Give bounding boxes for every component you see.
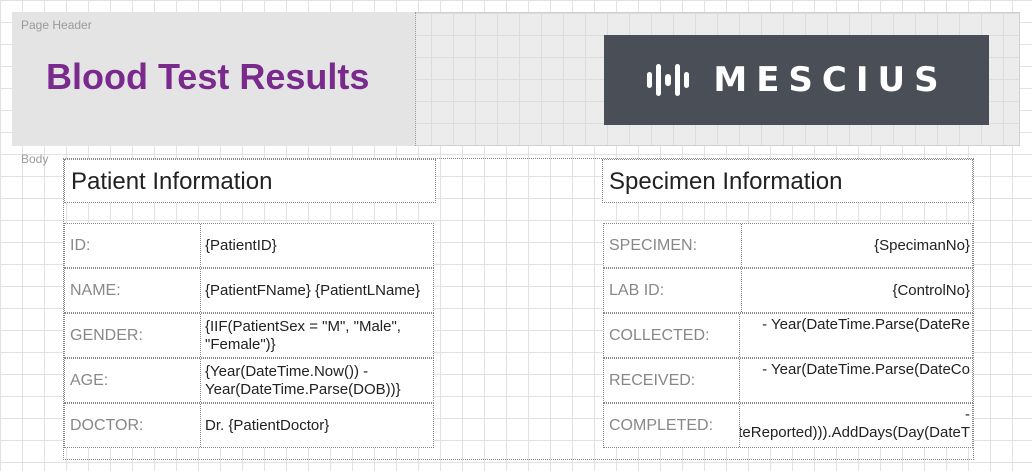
- patient-gender-value[interactable]: {IIF(PatientSex = "M", "Male", "Female")…: [201, 314, 435, 357]
- specimen-row-received[interactable]: RECEIVED: - Year(DateTime.Parse(DateCo: [603, 358, 973, 403]
- completed-value[interactable]: - Year(DateTime.Parse(DateReported))).Ad…: [740, 404, 974, 447]
- lab-id-label: LAB ID:: [604, 269, 742, 312]
- patient-doctor-label: DOCTOR:: [65, 404, 201, 447]
- patient-age-label: AGE:: [65, 359, 201, 402]
- mescius-mark-icon: [647, 64, 690, 96]
- lab-id-value[interactable]: {ControlNo}: [742, 269, 974, 312]
- patient-gender-label: GENDER:: [65, 314, 201, 357]
- patient-row-doctor[interactable]: DOCTOR: Dr. {PatientDoctor}: [64, 403, 434, 448]
- collected-value[interactable]: - Year(DateTime.Parse(DateRe: [740, 314, 974, 357]
- page-header-label: Page Header: [21, 18, 92, 32]
- logo-image[interactable]: MESCIUS: [604, 35, 989, 125]
- body-label: Body: [21, 152, 49, 166]
- patient-row-gender[interactable]: GENDER: {IIF(PatientSex = "M", "Male", "…: [64, 313, 434, 358]
- patient-row-name[interactable]: NAME: {PatientFName} {PatientLName}: [64, 268, 434, 313]
- patient-name-value[interactable]: {PatientFName} {PatientLName}: [201, 269, 435, 312]
- specimen-value[interactable]: {SpecimanNo}: [742, 224, 974, 267]
- received-label: RECEIVED:: [604, 359, 740, 402]
- specimen-row-specimen[interactable]: SPECIMEN: {SpecimanNo}: [603, 223, 973, 268]
- specimen-info-title[interactable]: Specimen Information: [602, 159, 973, 203]
- patient-info-title[interactable]: Patient Information: [64, 159, 436, 203]
- specimen-row-completed[interactable]: COMPLETED: - Year(DateTime.Parse(DateRep…: [603, 403, 973, 448]
- patient-age-value[interactable]: {Year(DateTime.Now()) - Year(DateTime.Pa…: [201, 359, 435, 402]
- specimen-row-collected[interactable]: COLLECTED: - Year(DateTime.Parse(DateRe: [603, 313, 973, 358]
- completed-label: COMPLETED:: [604, 404, 740, 447]
- patient-row-id[interactable]: ID: {PatientID}: [64, 223, 434, 268]
- logo-text: MESCIUS: [713, 60, 948, 100]
- received-value[interactable]: - Year(DateTime.Parse(DateCo: [740, 359, 974, 402]
- specimen-row-lab-id[interactable]: LAB ID: {ControlNo}: [603, 268, 973, 313]
- collected-label: COLLECTED:: [604, 314, 740, 357]
- patient-name-label: NAME:: [65, 269, 201, 312]
- patient-doctor-value[interactable]: Dr. {PatientDoctor}: [201, 404, 435, 447]
- patient-id-value[interactable]: {PatientID}: [201, 224, 435, 267]
- report-title[interactable]: Blood Test Results: [46, 56, 369, 98]
- specimen-label: SPECIMEN:: [604, 224, 742, 267]
- patient-id-label: ID:: [65, 224, 201, 267]
- patient-row-age[interactable]: AGE: {Year(DateTime.Now()) - Year(DateTi…: [64, 358, 434, 403]
